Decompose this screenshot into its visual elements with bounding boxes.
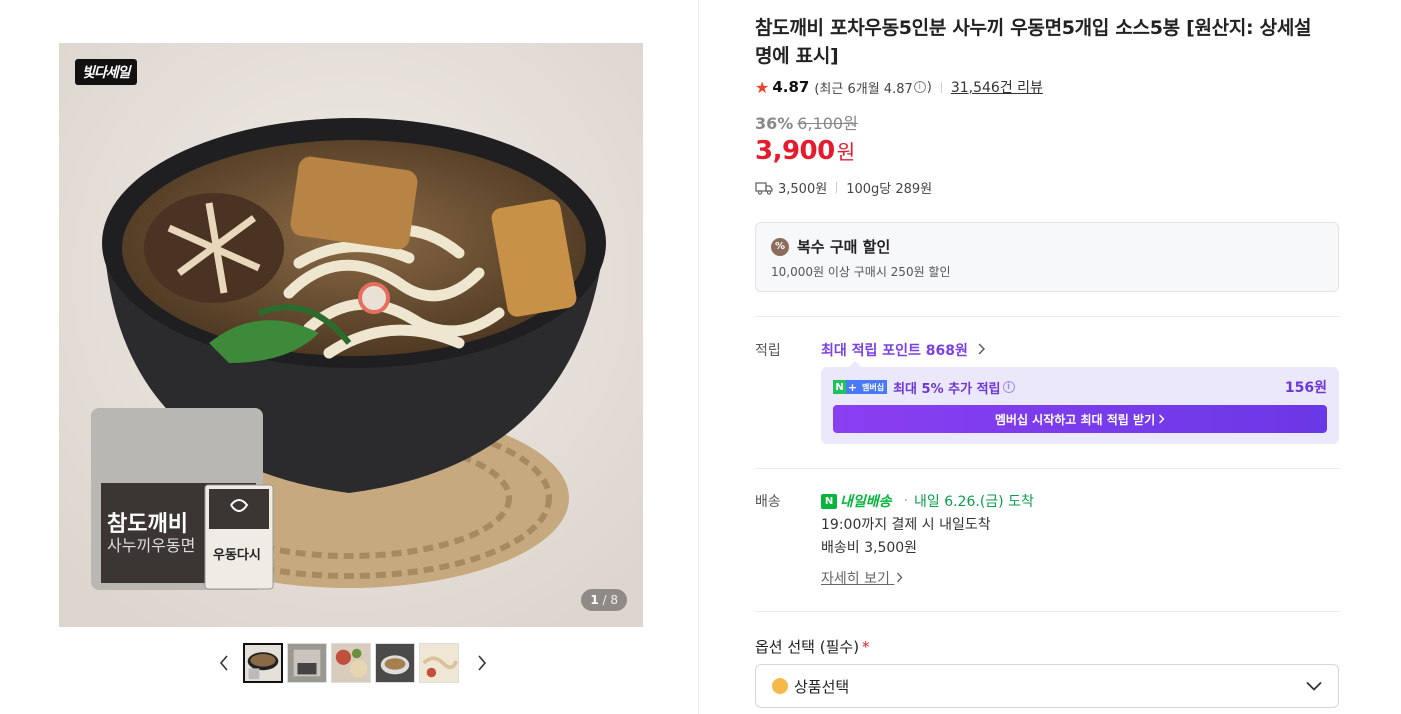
divider (755, 611, 1339, 612)
panel-divider (698, 0, 699, 714)
rating-row: ★ 4.87 (최근 6개월 4.87 i) 31,546건 리뷰 (755, 77, 1043, 97)
rating-value: 4.87 (772, 78, 810, 96)
delivery-detail-label: 자세히 보기 (821, 571, 890, 587)
separator (940, 81, 942, 93)
delivery-detail-link[interactable]: 자세히 보기 (821, 568, 903, 588)
delivery-service-name: 내일배송 (840, 494, 892, 510)
info-icon[interactable]: i (913, 81, 926, 93)
extra-points-text: 최대 5% 추가 적립 (893, 381, 1001, 397)
thumbnail-1[interactable] (243, 643, 283, 683)
sale-price-row: 3,900 원 (755, 136, 855, 166)
max-points-text: 최대 적립 포인트 868원 (821, 343, 968, 359)
review-count-link[interactable]: 31,546건 리뷰 (951, 77, 1043, 97)
unit-price: 100g당 289원 (846, 182, 933, 197)
original-price: 6,100원 (797, 114, 858, 133)
delivery-head: N 내일배송 · 내일 6.26.(금) 도착 (821, 491, 1034, 511)
thumbnail-strip (213, 643, 493, 683)
product-main-image[interactable]: 참도깨비 사누끼우동면 우동다시 빛다세일 1 / 8 (59, 43, 643, 627)
dot-separator: · (903, 493, 908, 509)
product-title: 참도깨비 포차우동5인분 사누끼 우동면5개입 소스5봉 [원산지: 상세설명에… (755, 17, 1312, 67)
rating-recent: (최근 6개월 4.87 (814, 81, 913, 97)
shipping-fee: 3,500원 (778, 182, 828, 197)
original-price-row: 36% 6,100원 (755, 110, 858, 134)
smile-emoji-icon (772, 678, 788, 694)
required-mark: * (862, 638, 870, 656)
delivery-label: 배송 (755, 494, 781, 510)
chevron-right-icon (897, 572, 903, 583)
chevron-down-icon (1306, 681, 1322, 691)
option-select-value: 상품선택 (794, 677, 850, 696)
rating-recent-close: ) (926, 79, 932, 95)
udon-photo: 참도깨비 사누끼우동면 우동다시 (59, 43, 643, 627)
option-select[interactable]: 상품선택 (755, 664, 1339, 708)
separator (836, 182, 838, 193)
sale-price: 3,900 (755, 136, 835, 166)
svg-text:우동다시: 우동다시 (213, 547, 261, 562)
chevron-right-icon (978, 343, 985, 355)
next-day-delivery-logo: N 내일배송 (821, 491, 892, 511)
naver-plus-membership-badge: N + 멤버십 (833, 380, 888, 394)
counter-current: 1 (590, 593, 599, 607)
divider (755, 316, 1339, 317)
star-icon: ★ (755, 77, 770, 97)
svg-text:참도깨비: 참도깨비 (107, 511, 188, 536)
membership-badge-label: 멤버십 (859, 380, 888, 394)
discount-rate: 36% (755, 114, 794, 133)
chevron-right-icon (1159, 414, 1165, 424)
multi-discount-description: 10,000원 이상 구매시 250원 할인 (771, 265, 951, 279)
arrival-date: 내일 6.26.(금) 도착 (913, 494, 1034, 510)
svg-text:사누끼우동면: 사누끼우동면 (107, 537, 195, 555)
thumbnail-2[interactable] (287, 643, 327, 683)
points-label: 적립 (755, 343, 781, 359)
thumbnail-5[interactable] (419, 643, 459, 683)
membership-points-box: N + 멤버십 최대 5% 추가 적립 i 156원 멤버십 시작하고 최대 적립 받… (821, 361, 1339, 444)
delivery-cutoff: 19:00까지 결제 시 내일도착 (821, 517, 991, 533)
sale-badge: 빛다세일 (75, 59, 137, 85)
counter-total: / 8 (602, 593, 619, 607)
shipping-row: 3,500원 100g당 289원 (755, 178, 932, 197)
truck-icon (755, 181, 773, 195)
image-counter: 1 / 8 (581, 589, 627, 611)
thumb-next-arrow-icon[interactable] (471, 643, 493, 683)
max-points-link[interactable]: 최대 적립 포인트 868원 (821, 340, 985, 360)
thumbnail-4[interactable] (375, 643, 415, 683)
option-label: 옵션 선택 (필수) * (755, 636, 870, 657)
extra-points-amount: 156원 (1284, 380, 1327, 396)
multi-purchase-discount-box: % 복수 구매 할인 10,000원 이상 구매시 250원 할인 (755, 222, 1339, 292)
delivery-fee: 배송비 3,500원 (821, 540, 918, 556)
thumbnail-3[interactable] (331, 643, 371, 683)
option-label-text: 옵션 선택 (필수) (755, 638, 860, 656)
info-icon[interactable]: i (1002, 381, 1015, 393)
membership-start-label: 멤버십 시작하고 최대 적립 받기 (994, 412, 1156, 427)
percent-icon: % (771, 237, 789, 256)
price-unit: 원 (836, 140, 856, 164)
membership-start-button[interactable]: 멤버십 시작하고 최대 적립 받기 (833, 405, 1327, 433)
thumb-prev-arrow-icon[interactable] (213, 643, 235, 683)
multi-discount-title: 복수 구매 할인 (797, 238, 891, 256)
divider (755, 468, 1339, 469)
